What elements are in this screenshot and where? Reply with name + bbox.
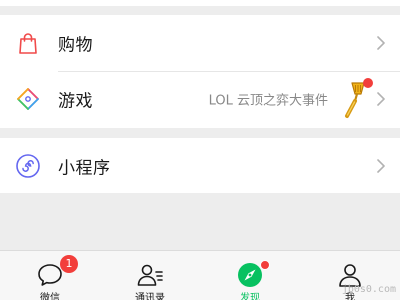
unread-count-badge: 1: [60, 255, 78, 273]
menu-group-apps: 小程序: [0, 138, 400, 193]
tab-label: 通讯录: [135, 293, 165, 300]
discover-new-dot: [260, 260, 270, 270]
site-watermark: jb0s0.com: [341, 284, 396, 295]
previous-menu-group: [0, 0, 400, 6]
menu-item-label: 游戏: [58, 91, 93, 112]
new-event-dot: [363, 78, 373, 88]
tab-contacts[interactable]: 通讯录: [100, 251, 200, 300]
tab-discover[interactable]: 发现: [200, 251, 300, 300]
mini-program-icon: [15, 153, 41, 179]
menu-item-mini-programs[interactable]: 小程序: [0, 138, 400, 193]
chevron-right-icon: [376, 35, 386, 51]
contacts-icon: [136, 261, 164, 289]
shopping-bag-icon: [15, 30, 41, 56]
chevron-right-icon: [376, 91, 386, 107]
menu-item-games[interactable]: 游戏 LOL 云顶之弈大事件: [0, 71, 400, 127]
tab-label: 微信: [40, 293, 60, 300]
tab-label: 发现: [240, 293, 260, 300]
bottom-tab-bar: 1 微信 通讯录 发现 我: [0, 250, 400, 300]
chevron-right-icon: [376, 158, 386, 174]
menu-item-label: 小程序: [58, 158, 111, 178]
menu-item-shopping[interactable]: 购物: [0, 15, 400, 72]
menu-item-label: 购物: [58, 35, 93, 56]
games-event-subtitle: LOL 云顶之弈大事件: [208, 93, 328, 109]
games-icon: [15, 86, 41, 112]
menu-group-services: 购物 游戏 LOL 云顶之弈大事件: [0, 15, 400, 128]
tab-chats[interactable]: 1 微信: [0, 251, 100, 300]
